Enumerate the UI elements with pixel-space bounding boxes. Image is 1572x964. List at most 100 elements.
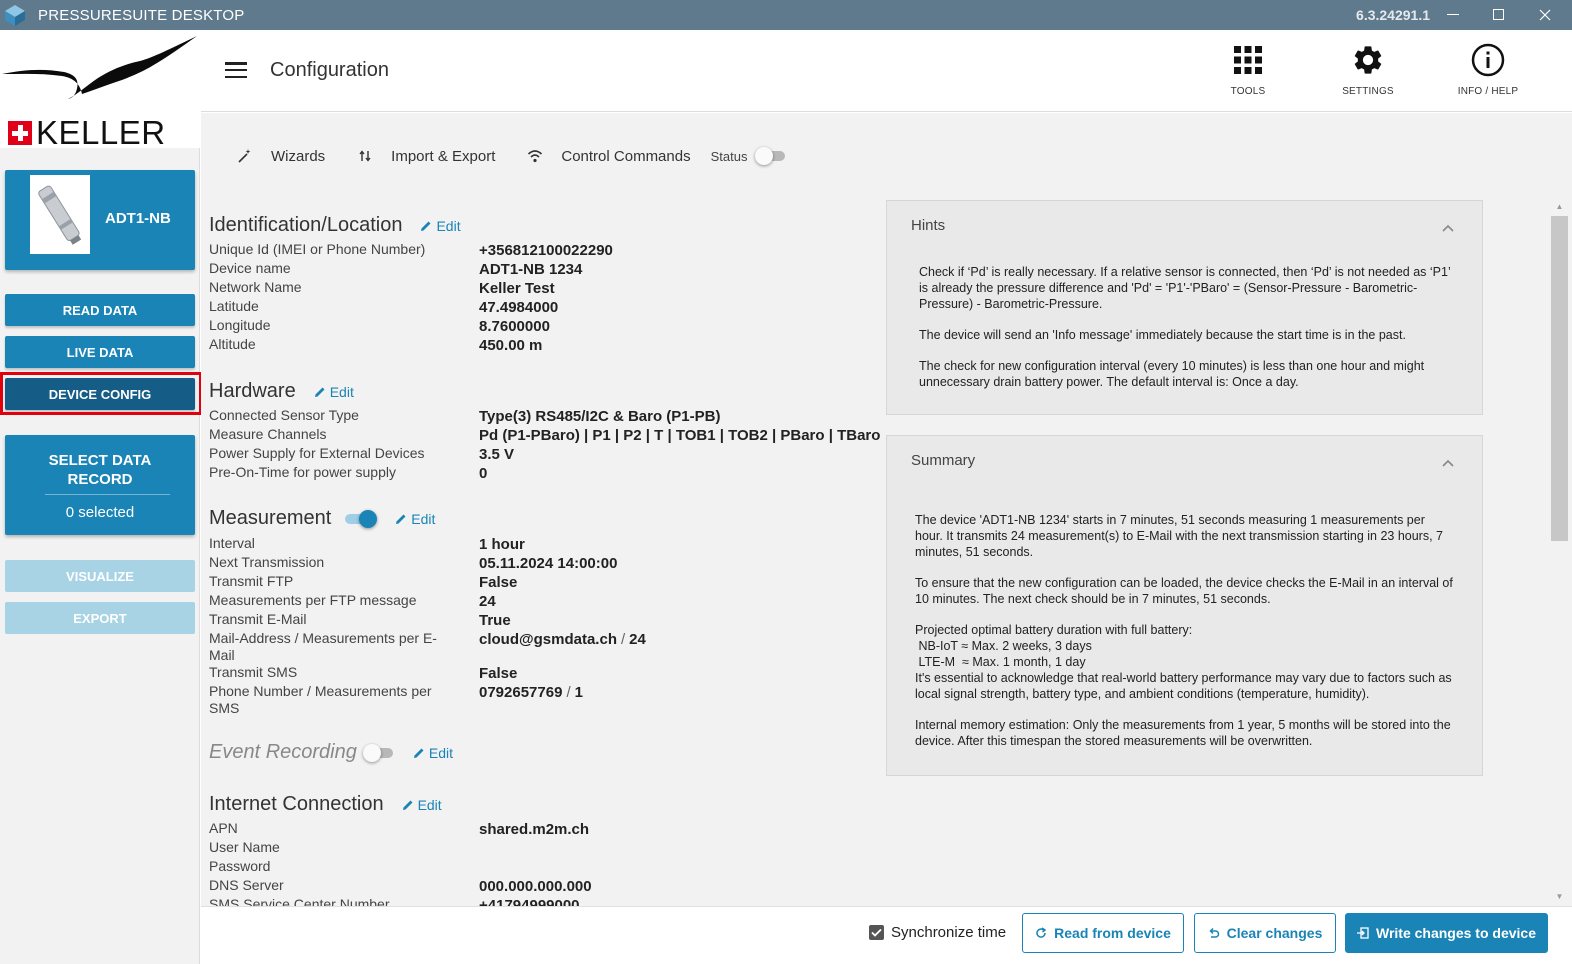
header: Configuration TOOLS SETTINGS INFO / HELP (201, 30, 1572, 112)
settings-button[interactable]: SETTINGS (1323, 42, 1413, 102)
field-value-text: 8.7600000 (479, 318, 550, 335)
live-data-button[interactable]: LIVE DATA (5, 336, 195, 368)
field-label: APN (209, 820, 238, 836)
summary-text: The device 'ADT1-NB 1234' starts in 7 mi… (915, 512, 1456, 749)
battery-note: It's essential to acknowledge that real-… (915, 671, 1452, 701)
minimize-button[interactable] (1430, 0, 1476, 30)
field-label: Altitude (209, 336, 256, 352)
edit-label: Edit (428, 744, 453, 761)
read-from-device-button[interactable]: Read from device (1022, 913, 1184, 953)
pencil-icon (420, 220, 432, 232)
internet-title: Internet Connection (209, 793, 384, 815)
identification-title: Identification/Location (209, 214, 403, 236)
tools-label: TOOLS (1230, 86, 1266, 97)
field-label: Transmit E-Mail (209, 611, 307, 627)
info-help-button[interactable]: INFO / HELP (1443, 42, 1533, 102)
keller-logo: KELLER (0, 30, 200, 149)
identification-edit-button[interactable]: Edit (420, 218, 461, 234)
field-label: Measure Channels (209, 426, 327, 442)
measurement-edit-button[interactable]: Edit (395, 511, 435, 527)
hamburger-menu-icon[interactable] (225, 62, 247, 78)
field-value: shared.m2m.ch (479, 821, 589, 838)
measurement-title: Measurement (209, 507, 332, 529)
read-from-device-label: Read from device (1054, 925, 1171, 941)
summary-paragraph: To ensure that the new configuration can… (915, 576, 1453, 606)
wizards-label: Wizards (271, 147, 326, 165)
import-export-button[interactable]: Import & Export (355, 148, 495, 165)
select-data-record-button[interactable]: SELECT DATA RECORD 0 selected (5, 435, 195, 535)
field-label: SMS Service Center Number (209, 896, 390, 906)
field-value-text: ADT1-NB 1234 (479, 261, 583, 278)
selected-count: 0 selected (65, 504, 135, 521)
hardware-title: Hardware (209, 380, 296, 402)
hint-paragraph: Check if ‘Pd’ is really necessary. If a … (919, 265, 1451, 311)
summary-title: Summary (911, 452, 976, 469)
event-recording-edit-button[interactable]: Edit (413, 745, 453, 761)
synchronize-time-label: Synchronize time (891, 924, 1007, 941)
chevron-up-icon[interactable] (1442, 219, 1454, 237)
event-recording-title: Event Recording (209, 741, 357, 763)
write-changes-button[interactable]: Write changes to device (1345, 913, 1548, 953)
field-label: Longitude (209, 317, 271, 333)
settings-label: SETTINGS (1342, 86, 1394, 97)
field-value: 8.7600000 (479, 318, 550, 335)
scroll-thumb[interactable] (1551, 216, 1568, 541)
checkbox-checked-icon[interactable] (869, 925, 884, 940)
device-card[interactable]: ADT1-NB (5, 170, 195, 270)
identification-section-title: Identification/Location Edit (209, 214, 461, 237)
sidebar: KELLER ADT1-NB READ DATA LIVE DATA DEVIC… (0, 30, 202, 964)
control-commands-button[interactable]: Control Commands (525, 148, 691, 165)
field-value: 0 (479, 465, 487, 482)
read-data-button[interactable]: READ DATA (5, 294, 195, 326)
import-export-label: Import & Export (391, 147, 496, 165)
field-value-text: cloud@gsmdata.ch (479, 631, 617, 648)
scroll-up-icon[interactable]: ▲ (1551, 200, 1568, 214)
pencil-icon (402, 799, 414, 811)
internet-edit-button[interactable]: Edit (402, 797, 442, 813)
divider (45, 494, 170, 495)
version-label: 6.3.24291.1 (1356, 7, 1430, 23)
hardware-section-title: Hardware Edit (209, 380, 354, 403)
field-value-count: 1 (574, 684, 583, 701)
vertical-scrollbar[interactable]: ▲ ▼ (1551, 200, 1568, 906)
visualize-button[interactable]: VISUALIZE (5, 560, 195, 592)
field-value-text: 47.4984000 (479, 299, 559, 316)
value-separator: / (566, 684, 571, 701)
field-value-text: Keller Test (479, 280, 555, 297)
tools-button[interactable]: TOOLS (1203, 42, 1293, 102)
field-value-text: 000.000.000.000 (479, 878, 592, 895)
field-label: Unique Id (IMEI or Phone Number) (209, 241, 426, 257)
field-value: Type(3) RS485/I2C & Baro (P1-PB) (479, 408, 720, 425)
maximize-button[interactable] (1476, 0, 1522, 30)
hardware-edit-button[interactable]: Edit (314, 384, 354, 400)
device-name: ADT1-NB (105, 210, 171, 227)
scroll-down-icon[interactable]: ▼ (1551, 890, 1568, 904)
gear-icon (1323, 42, 1413, 78)
event-recording-toggle[interactable] (362, 743, 395, 762)
hints-text: Check if ‘Pd’ is really necessary. If a … (919, 264, 1456, 390)
chevron-up-icon[interactable] (1442, 454, 1454, 472)
export-button[interactable]: EXPORT (5, 602, 195, 634)
measurement-toggle[interactable] (345, 509, 378, 528)
field-value-text: 0 (479, 465, 488, 482)
value-separator: / (620, 631, 626, 648)
page-title: Configuration (270, 59, 389, 81)
magic-wand-icon (235, 148, 255, 164)
battery-title: Projected optimal battery duration with … (915, 623, 1193, 637)
close-button[interactable] (1522, 0, 1568, 30)
wizards-button[interactable]: Wizards (235, 148, 325, 165)
synchronize-time-checkbox[interactable]: Synchronize time (869, 924, 1006, 941)
bottom-bar: Synchronize time Read from device Clear … (201, 906, 1572, 964)
status-toggle[interactable] (755, 147, 787, 165)
undo-icon (1208, 927, 1220, 939)
battery-ltem: LTE-M ≈ Max. 1 month, 1 day (915, 655, 1086, 669)
device-image (30, 175, 90, 254)
field-value: False (479, 665, 517, 682)
summary-panel: Summary The device 'ADT1-NB 1234' starts… (886, 435, 1483, 776)
field-value-text: shared.m2m.ch (479, 821, 590, 838)
field-value: 05.11.2024 14:00:00 (479, 555, 617, 572)
field-value: +356812100022290 (479, 242, 613, 259)
select-record-title: SELECT DATA RECORD (48, 452, 152, 488)
clear-changes-button[interactable]: Clear changes (1194, 913, 1336, 953)
status-label: Status (710, 148, 748, 164)
